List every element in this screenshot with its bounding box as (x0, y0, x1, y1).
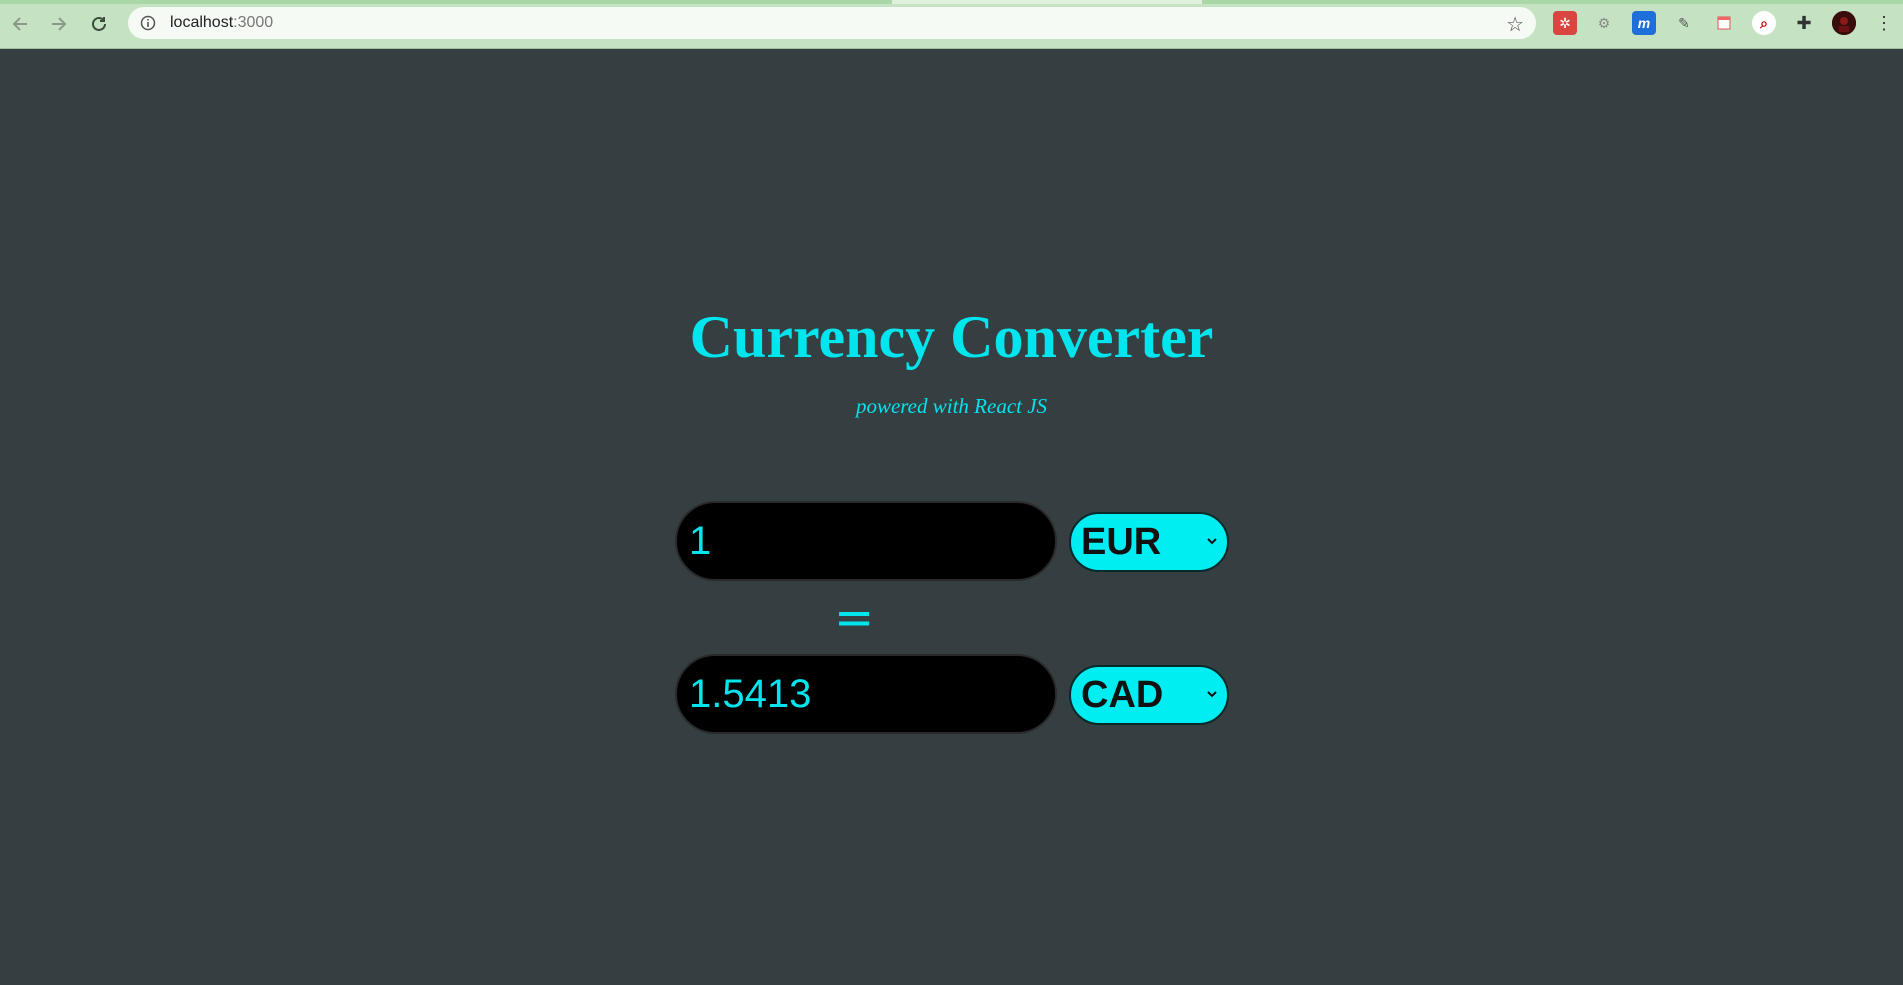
browser-toolbar: localhost:3000 ☆ ✲ ⚙ m ✎ ⌕ ✚ ⋮ (0, 0, 1903, 49)
chevron-down-icon (1207, 538, 1217, 545)
tab-strip-indicator (0, 0, 1903, 4)
url-host: localhost (170, 14, 234, 31)
reload-button[interactable] (85, 10, 113, 38)
url-port: :3000 (233, 14, 274, 31)
info-icon[interactable] (140, 15, 156, 31)
from-currency-select[interactable]: EUR (1069, 512, 1229, 572)
from-amount-input[interactable] (675, 501, 1057, 581)
forward-button[interactable] (45, 10, 73, 38)
arrow-left-icon (12, 17, 27, 31)
extensions-icon[interactable]: ✚ (1792, 11, 1816, 35)
notes-glyph (1717, 16, 1731, 30)
equals-sign: = (834, 590, 875, 646)
back-button[interactable] (6, 10, 34, 38)
m-ext-icon[interactable]: m (1632, 11, 1656, 35)
eyedropper-icon[interactable]: ✎ (1672, 11, 1696, 35)
notes-icon[interactable] (1712, 11, 1736, 35)
page-title: Currency Converter (689, 304, 1214, 370)
url-text[interactable]: localhost:3000 (170, 14, 273, 32)
chevron-down-icon (1207, 691, 1217, 698)
to-currency-select[interactable]: CAD (1069, 665, 1229, 725)
gear-ext-icon[interactable]: ⚙ (1592, 11, 1616, 35)
arrow-right-icon (52, 17, 67, 31)
profile-avatar[interactable] (1832, 11, 1856, 35)
puzzle-red-icon[interactable]: ✲ (1553, 11, 1577, 35)
bookmark-star-icon[interactable]: ☆ (1506, 12, 1524, 37)
search-ext-icon[interactable]: ⌕ (1752, 11, 1776, 35)
to-amount-input[interactable] (675, 654, 1057, 734)
menu-kebab-icon[interactable]: ⋮ (1872, 11, 1896, 35)
address-bar[interactable]: localhost:3000 ☆ (128, 7, 1536, 39)
reload-icon (92, 16, 106, 31)
page-subtitle: powered with React JS (855, 394, 1048, 418)
avatar-image (1832, 11, 1856, 35)
